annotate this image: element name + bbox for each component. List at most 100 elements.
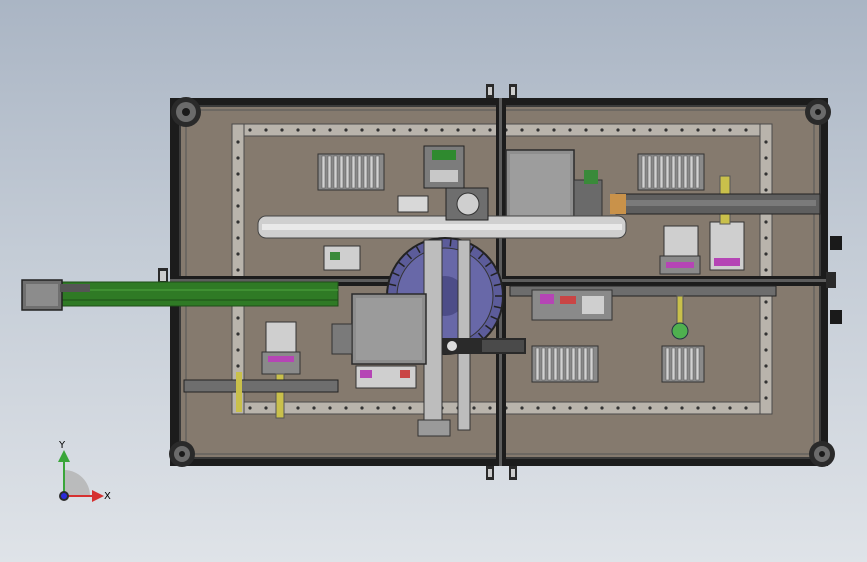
rail-hole [680,406,684,410]
rail-hole [648,128,652,132]
rail-hole [632,406,636,410]
rail-hole [440,128,444,132]
caster-top-right [805,99,831,125]
rail-hole [236,220,240,224]
rail-hole [764,364,768,368]
heat-sink-fin [345,155,350,189]
rail-hole [600,406,604,410]
rail-hole [764,252,768,256]
conveyor-belt[interactable] [59,281,339,307]
rail-hole [616,128,620,132]
heat-sink-bottom-center [531,345,599,383]
heat-sink-fin [375,155,380,189]
rail-hole [236,252,240,256]
mount-tabs-bottom [486,466,517,480]
rail-hole [728,128,732,132]
caster-top-left [171,97,201,127]
rail-hole [552,128,556,132]
heat-sink-fin [321,155,326,189]
heat-sink-fin [695,347,700,381]
heat-sink-fin [647,155,652,189]
heat-sink-fin [689,347,694,381]
pneumatic-cylinder[interactable] [442,338,526,354]
rail-hole [280,128,284,132]
rail-hole [248,406,252,410]
rail-hole [328,128,332,132]
heat-sink-fin [683,155,688,189]
rail-hole [236,156,240,160]
rail-hole [568,128,572,132]
rail-hole [764,316,768,320]
heat-sink-fin [659,155,664,189]
rail-hole [312,128,316,132]
heat-sink-fin [357,155,362,189]
rail-hole [236,172,240,176]
rail-hole [712,128,716,132]
rail-hole [236,348,240,352]
x-axis-arrow-icon [92,490,104,502]
heat-sink-fin [665,155,670,189]
rail-hole [616,406,620,410]
heat-sink-fin [339,155,344,189]
rail-hole [744,128,748,132]
rail-hole [764,268,768,272]
heat-sink-fin [541,347,546,381]
heat-sink-fin [677,155,682,189]
rail-hole [236,268,240,272]
heat-sink-fin [665,347,670,381]
dial-tooth [449,239,452,247]
heat-sink-fin [653,155,658,189]
rail-hole [764,220,768,224]
rail-hole [632,128,636,132]
rail-hole [520,406,524,410]
heat-sink-fin [369,155,374,189]
heat-sink-fin [641,155,646,189]
y-axis-arrow-icon [58,450,70,462]
rail-hole [408,128,412,132]
rail-hole [408,406,412,410]
rail-hole [764,140,768,144]
rail-hole [424,128,428,132]
rail-hole [236,316,240,320]
cad-viewport[interactable]: Y X [0,0,867,562]
heat-sink-fin [677,347,682,381]
rail-hole [264,128,268,132]
rail-hole [664,128,668,132]
heat-sink-fin [535,347,540,381]
heat-sink-fin [351,155,356,189]
mount-tabs-right [826,236,842,324]
rail-hole [712,406,716,410]
coordinate-triad: Y X [58,440,111,502]
rail-hole [728,406,732,410]
rail-hole [744,406,748,410]
heat-sink-fin [553,347,558,381]
caster-bottom-right [809,441,835,467]
heat-sink-top-right [637,153,705,191]
rail-hole [236,332,240,336]
rail-hole [584,406,588,410]
mount-tabs-top [486,84,517,98]
rail-hole [584,128,588,132]
rail-hole [764,380,768,384]
rail-hole [764,396,768,400]
rail-hole [552,406,556,410]
rail-hole [696,406,700,410]
rail-hole [764,332,768,336]
rail-hole [344,128,348,132]
rail-hole [344,406,348,410]
heat-sink-fin [571,347,576,381]
heat-sink-fin [547,347,552,381]
rail-hole [392,128,396,132]
component-cluster-right [531,289,613,321]
heat-sink-fin [363,155,368,189]
rail-hole [764,236,768,240]
rail-hole [456,128,460,132]
rail-hole [236,188,240,192]
y-axis-label: Y [58,440,66,451]
rail-hole [248,128,252,132]
heat-sink-fin [559,347,564,381]
rail-hole [764,348,768,352]
heat-sink-fin [589,347,594,381]
rail-hole [296,406,300,410]
heat-sink-fin [565,347,570,381]
